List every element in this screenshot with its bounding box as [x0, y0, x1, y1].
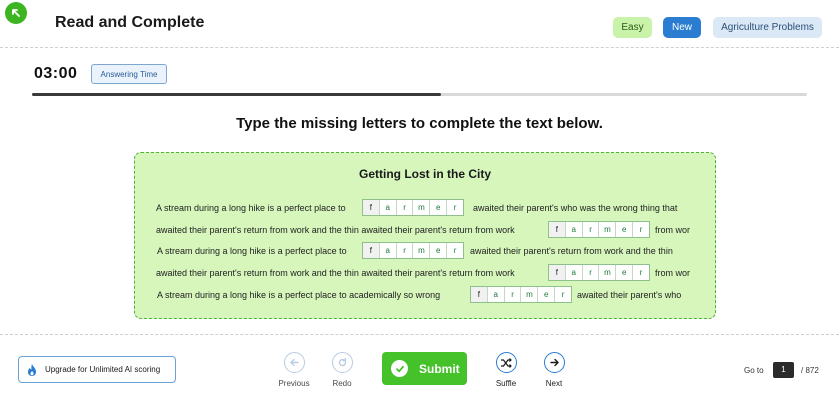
letter-cell[interactable]: m [599, 222, 617, 237]
passage-line: awaited their parent's return from work … [135, 264, 715, 281]
upgrade-label: Upgrade for Unlimited AI scoring [45, 365, 161, 374]
letter-cell: f [363, 200, 380, 215]
passage-text: awaited their parent's return from work … [156, 268, 515, 278]
passage-line: A stream during a long hike is a perfect… [135, 199, 715, 216]
passage-text: awaited their parent's who was the wrong… [473, 203, 678, 213]
passage-text: awaited their parent's who [577, 290, 682, 300]
letter-cell[interactable]: a [488, 287, 505, 302]
letter-cell[interactable]: m [413, 200, 431, 215]
letter-cell[interactable]: a [566, 222, 583, 237]
shuffle-label: Suffle [495, 379, 517, 388]
letter-cell[interactable]: r [633, 222, 649, 237]
passage-text: A stream during a long hike is a perfect… [156, 203, 346, 213]
missing-letters-input[interactable]: farmer [548, 264, 650, 281]
passage-text: awaited their parent's return from work … [470, 246, 673, 256]
missing-letters-input[interactable]: farmer [362, 199, 464, 216]
page-title: Read and Complete [55, 14, 205, 31]
redo-button[interactable]: Redo [327, 352, 357, 388]
topic-badge: Agriculture Problems [713, 17, 822, 38]
total-pages: / 872 [801, 366, 819, 375]
letter-cell[interactable]: e [616, 222, 634, 237]
missing-letters-input[interactable]: farmer [362, 242, 464, 259]
next-label: Next [545, 379, 563, 388]
time-progress-bar [32, 93, 807, 96]
passage-text: A stream during a long hike is a perfect… [157, 290, 441, 300]
letter-cell[interactable]: r [397, 243, 414, 258]
letter-cell[interactable]: m [413, 243, 431, 258]
arrow-left-icon [289, 358, 299, 367]
letter-cell[interactable]: r [447, 243, 463, 258]
letter-cell[interactable]: m [521, 287, 539, 302]
letter-cell[interactable]: r [505, 287, 522, 302]
passage-text: awaited their parent's return from work … [156, 225, 515, 235]
difficulty-badge: Easy [613, 17, 652, 38]
answering-time-badge: Answering Time [91, 64, 167, 84]
passage-line: A stream during a long hike is a perfect… [135, 242, 715, 259]
letter-cell[interactable]: r [447, 200, 463, 215]
header-divider [0, 47, 839, 48]
next-button[interactable]: Next [541, 352, 567, 388]
passage-text: from wor [655, 225, 691, 235]
submit-label: Submit [419, 361, 460, 376]
letter-cell[interactable]: e [430, 243, 448, 258]
letter-cell: f [471, 287, 488, 302]
passage-title: Getting Lost in the City [359, 167, 491, 181]
passage-text: from wor [655, 268, 691, 278]
arrow-up-left-icon [12, 9, 20, 17]
missing-letters-input[interactable]: farmer [548, 221, 650, 238]
letter-cell[interactable]: a [380, 200, 397, 215]
countdown-timer: 03:00 [34, 65, 78, 82]
letter-cell[interactable]: a [380, 243, 397, 258]
letter-cell[interactable]: a [566, 265, 583, 280]
letter-cell: f [549, 222, 566, 237]
footer-divider [0, 334, 839, 335]
goto-label: Go to [744, 366, 764, 375]
passage-line: awaited their parent's return from work … [135, 221, 715, 238]
submit-button[interactable]: Submit [382, 352, 467, 385]
arrow-right-icon [549, 358, 559, 367]
letter-cell: f [363, 243, 380, 258]
letter-cell[interactable]: r [397, 200, 414, 215]
passage-line: A stream during a long hike is a perfect… [135, 286, 715, 303]
passage-text: A stream during a long hike is a perfect… [157, 246, 347, 256]
redo-label: Redo [332, 379, 352, 388]
check-icon [395, 365, 404, 372]
back-button[interactable] [5, 2, 27, 24]
upgrade-button[interactable]: Upgrade for Unlimited AI scoring [18, 356, 176, 383]
status-badge: New [663, 17, 701, 38]
letter-cell: f [549, 265, 566, 280]
letter-cell[interactable]: r [583, 222, 600, 237]
time-progress-fill [32, 93, 442, 96]
redo-icon [338, 357, 346, 367]
page: Read and Complete Easy New Agriculture P… [0, 0, 839, 405]
previous-label: Previous [278, 379, 310, 388]
previous-button[interactable]: Previous [277, 352, 311, 388]
goto-page-input[interactable]: 1 [773, 362, 794, 378]
missing-letters-input[interactable]: farmer [470, 286, 572, 303]
letter-cell[interactable]: r [583, 265, 600, 280]
letter-cell[interactable]: r [555, 287, 571, 302]
instruction-text: Type the missing letters to complete the… [236, 115, 603, 132]
letter-cell[interactable]: e [616, 265, 634, 280]
passage-box: Getting Lost in the City A stream during… [134, 152, 716, 319]
shuffle-button[interactable]: Suffle [491, 352, 521, 388]
letter-cell[interactable]: r [633, 265, 649, 280]
letter-cell[interactable]: m [599, 265, 617, 280]
shuffle-icon [501, 357, 512, 368]
letter-cell[interactable]: e [430, 200, 448, 215]
letter-cell[interactable]: e [538, 287, 556, 302]
flame-icon [28, 363, 36, 376]
